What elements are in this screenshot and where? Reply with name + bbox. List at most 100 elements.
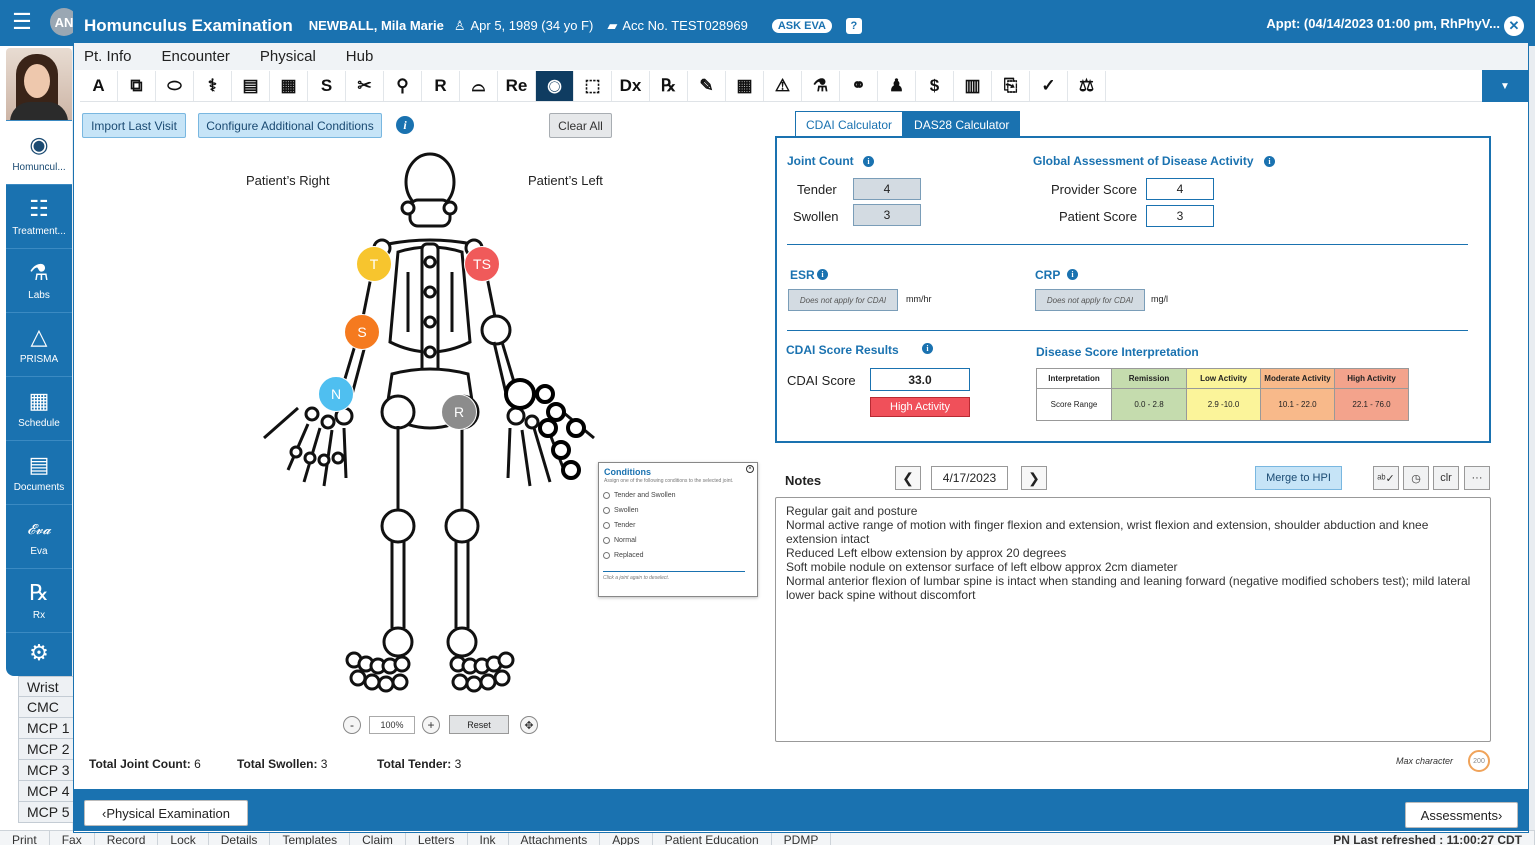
info-icon[interactable]: i: [817, 269, 828, 280]
pen-icon[interactable]: ✎: [688, 70, 726, 101]
configure-conditions-button[interactable]: Configure Additional Conditions: [198, 113, 382, 138]
flask-icon[interactable]: ⚗: [802, 70, 840, 101]
zoom-level[interactable]: 100%: [369, 716, 415, 734]
menu-hub[interactable]: Hub: [346, 48, 374, 65]
previous-physical-examination-button[interactable]: ‹ Physical Examination: [84, 800, 248, 826]
patient-photo[interactable]: [6, 48, 72, 120]
clear-notes-button[interactable]: clr: [1433, 466, 1459, 490]
next-date-button[interactable]: ❯: [1021, 466, 1047, 490]
sidenav-item-eva[interactable]: 𝓔𝓿𝓪 Eva: [6, 504, 72, 568]
s-icon[interactable]: S: [308, 70, 346, 101]
bottom-bar-item[interactable]: PDMP: [772, 831, 832, 845]
sidenav-item-prisma[interactable]: △ PRISMA: [6, 312, 72, 376]
zoom-in-button[interactable]: +: [422, 716, 440, 734]
bottom-bar-item[interactable]: Letters: [406, 831, 468, 845]
bell-icon[interactable]: ♟: [878, 70, 916, 101]
radio-icon[interactable]: [603, 537, 610, 544]
import-last-visit-button[interactable]: Import Last Visit: [82, 113, 186, 138]
radio-icon[interactable]: [603, 552, 610, 559]
radio-icon[interactable]: [603, 492, 610, 499]
joint-marker-r[interactable]: R: [441, 394, 477, 430]
prev-date-button[interactable]: ❮: [895, 466, 921, 490]
provider-score-input[interactable]: 4: [1146, 178, 1214, 200]
notes-date[interactable]: 4/17/2023: [931, 466, 1008, 490]
condition-option[interactable]: Tender: [603, 522, 635, 529]
allergy-icon[interactable]: A: [80, 70, 118, 101]
radio-icon[interactable]: [603, 522, 610, 529]
pill-bottle-icon[interactable]: ⬚: [574, 70, 612, 101]
zoom-out-button[interactable]: -: [343, 716, 361, 734]
bottom-bar-item[interactable]: Record: [95, 831, 159, 845]
joint-marker-ts[interactable]: TS: [464, 246, 500, 282]
bottom-bar-item[interactable]: Print: [0, 831, 50, 845]
chart-icon[interactable]: ▤: [232, 70, 270, 101]
glasses-icon[interactable]: ⌓: [460, 70, 498, 101]
radio-icon[interactable]: [603, 507, 610, 514]
tab-das28-calculator[interactable]: DAS28 Calculator: [903, 111, 1021, 137]
dollar-icon[interactable]: $: [916, 70, 954, 101]
info-icon[interactable]: i: [922, 343, 933, 354]
stamp-icon[interactable]: ✓: [1030, 70, 1068, 101]
chevron-down-icon[interactable]: ▼: [1482, 70, 1528, 102]
scale-icon[interactable]: ⚖: [1068, 70, 1106, 101]
copy-icon[interactable]: ⎘: [992, 70, 1030, 101]
bottom-bar-item[interactable]: Templates: [270, 831, 351, 845]
sidenav-item-treatment[interactable]: ☷ Treatment...: [6, 184, 72, 248]
menu-pt-info[interactable]: Pt. Info: [84, 48, 132, 65]
help-button[interactable]: ?: [845, 17, 862, 34]
bottom-bar-item[interactable]: Attachments: [509, 831, 601, 845]
sidenav-item-schedule[interactable]: ▦ Schedule: [6, 376, 72, 440]
condition-option[interactable]: Swollen: [603, 507, 639, 514]
condition-option[interactable]: Tender and Swollen: [603, 492, 676, 499]
reset-zoom-button[interactable]: Reset: [449, 715, 509, 734]
bottom-bar-item[interactable]: Fax: [50, 831, 95, 845]
bottom-bar-item[interactable]: Ink: [468, 831, 509, 845]
menu-encounter[interactable]: Encounter: [162, 48, 230, 65]
close-icon[interactable]: ×: [746, 465, 754, 473]
spellcheck-icon[interactable]: ᵃᵇ✓: [1373, 466, 1399, 490]
merge-to-hpi-button[interactable]: Merge to HPI: [1255, 466, 1342, 490]
clock-icon[interactable]: ◷: [1403, 466, 1429, 490]
rx-icon[interactable]: ℞: [650, 70, 688, 101]
clipboard-icon[interactable]: ⚠: [764, 70, 802, 101]
ask-eva-button[interactable]: ASK EVA: [771, 18, 832, 33]
info-icon[interactable]: i: [1067, 269, 1078, 280]
medication-icon[interactable]: ⬭: [156, 70, 194, 101]
homunculus-icon[interactable]: ◉: [536, 70, 574, 101]
bottom-bar-item[interactable]: Details: [209, 831, 271, 845]
documents-icon[interactable]: ⧉: [118, 70, 156, 101]
bottom-bar-item[interactable]: Lock: [158, 831, 209, 845]
sidenav-item-settings[interactable]: ⚙: [6, 632, 72, 676]
info-icon[interactable]: i: [1264, 156, 1275, 167]
clear-all-button[interactable]: Clear All: [549, 113, 612, 138]
tab-cdai-calculator[interactable]: CDAI Calculator: [795, 111, 904, 137]
info-icon[interactable]: i: [396, 116, 414, 134]
tools-icon[interactable]: ✂: [346, 70, 384, 101]
menu-physical[interactable]: Physical: [260, 48, 316, 65]
skeleton-diagram[interactable]: [258, 152, 608, 700]
joint-marker-t[interactable]: T: [356, 246, 392, 282]
move-icon[interactable]: ✥: [520, 716, 538, 734]
bottom-bar-item[interactable]: Apps: [600, 831, 653, 845]
info-icon[interactable]: i: [863, 156, 874, 167]
dx-icon[interactable]: Dx: [612, 70, 650, 101]
table-icon[interactable]: ▦: [726, 70, 764, 101]
re-icon[interactable]: Re: [498, 70, 536, 101]
condition-option[interactable]: Normal: [603, 537, 637, 544]
next-assessments-button[interactable]: Assessments ›: [1405, 802, 1518, 828]
condition-option[interactable]: Replaced: [603, 552, 644, 559]
notes-textarea[interactable]: Regular gait and posture Normal active ra…: [775, 497, 1491, 742]
hamburger-menu-icon[interactable]: ☰: [0, 0, 44, 44]
joint-marker-n[interactable]: N: [318, 376, 354, 412]
more-options-button[interactable]: ···: [1464, 466, 1490, 490]
dna-icon[interactable]: ⚕: [194, 70, 232, 101]
vial-icon[interactable]: ⚲: [384, 70, 422, 101]
patient-score-input[interactable]: 3: [1146, 205, 1214, 227]
sidenav-item-labs[interactable]: ⚗ Labs: [6, 248, 72, 312]
sidenav-item-documents[interactable]: ▤ Documents: [6, 440, 72, 504]
sidenav-item-homuncul[interactable]: ◉ Homuncul...: [6, 120, 72, 184]
building-icon[interactable]: ▦: [270, 70, 308, 101]
bottom-bar-item[interactable]: Patient Education: [653, 831, 772, 845]
id-card-icon[interactable]: ▥: [954, 70, 992, 101]
sidenav-item-rx[interactable]: ℞ Rx: [6, 568, 72, 632]
